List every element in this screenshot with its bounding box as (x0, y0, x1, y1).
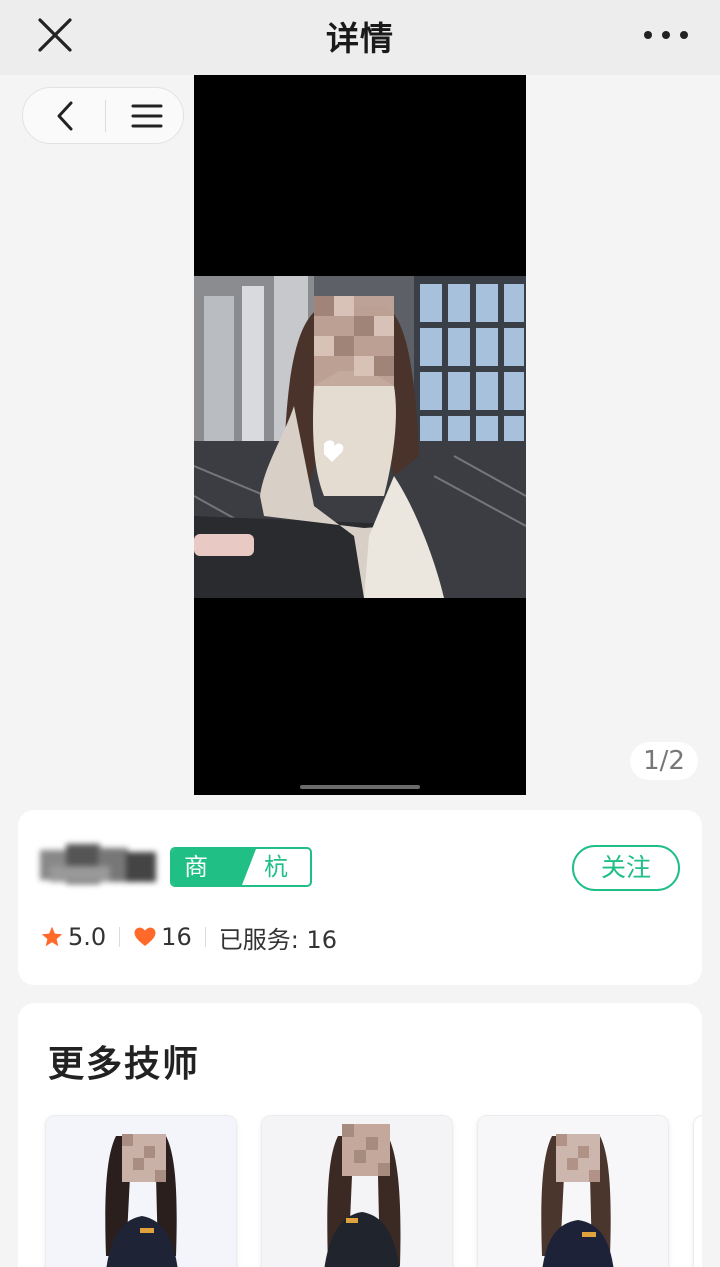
media-viewer[interactable] (194, 75, 526, 795)
page-title: 详情 (326, 19, 394, 58)
more-technicians-section: 更多技师 (18, 1003, 702, 1267)
stat-divider (204, 927, 206, 947)
star-icon (41, 926, 63, 947)
hamburger-menu-icon[interactable] (125, 98, 169, 134)
rating-value: 5.0 (68, 923, 107, 951)
chevron-left-icon[interactable] (45, 98, 85, 134)
nav-capsule (22, 87, 184, 144)
home-indicator (300, 785, 420, 789)
technician-photo (478, 1116, 668, 1267)
stats-row: 5.0 16 已服务: 16 (40, 921, 337, 954)
served-count: 已服务: 16 (218, 925, 337, 954)
profile-card: 商家 杭州 关注 5.0 16 已服务: 16 (18, 810, 702, 985)
capsule-divider (105, 100, 106, 132)
likes-value: 16 (161, 923, 192, 951)
technician-card[interactable] (45, 1115, 237, 1267)
tag-role: 商家 (172, 849, 256, 885)
technician-card[interactable] (477, 1115, 669, 1267)
top-bar: 详情 (0, 0, 720, 75)
technician-photo (46, 1116, 236, 1267)
follow-button[interactable]: 关注 (572, 845, 680, 891)
heart-icon (134, 927, 156, 946)
technician-photo (262, 1116, 452, 1267)
main-photo (194, 276, 526, 598)
blurred-name (40, 840, 158, 888)
technician-card[interactable] (261, 1115, 453, 1267)
technician-card[interactable] (693, 1115, 702, 1267)
merchant-city-tag: 商家 杭州 (170, 847, 312, 887)
stat-divider (119, 927, 121, 947)
more-dots-icon[interactable] (642, 20, 690, 50)
image-pager: 1/2 (630, 742, 698, 780)
section-title: 更多技师 (48, 1044, 201, 1085)
